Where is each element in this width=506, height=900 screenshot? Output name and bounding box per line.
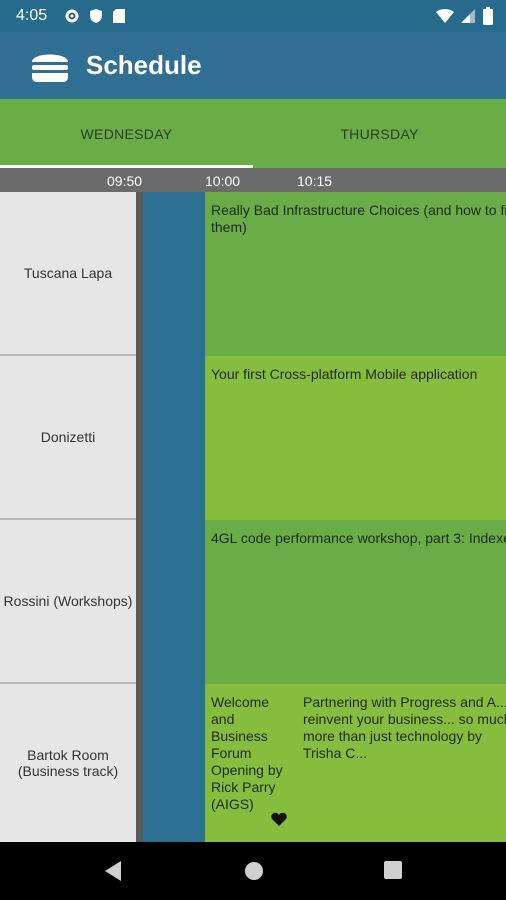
gear-icon (65, 9, 79, 23)
shield-icon (90, 9, 102, 23)
room-name: Rossini (Workshops) (3, 593, 133, 609)
room-name: Tuscana Lapa (23, 265, 113, 281)
wifi-icon (436, 9, 454, 23)
session-title: Your first Cross-platform Mobile applica… (211, 366, 478, 382)
time-label: 09:50 (107, 173, 143, 189)
session-card[interactable]: Really Bad Infrastructure Choices (and h… (205, 192, 506, 356)
back-icon[interactable] (103, 860, 123, 882)
system-nav-bar (0, 842, 506, 900)
day-tabs: WEDNESDAY THURSDAY (0, 99, 506, 168)
session-card[interactable]: Welcome and Business Forum Opening by Ri… (205, 684, 297, 842)
session-title: 4GL code performance workshop, part 3: I… (211, 530, 506, 546)
room-name: Bartok Room (Business track) (17, 747, 119, 779)
status-time: 4:05 (16, 7, 48, 24)
status-bar: 4:05 (0, 0, 506, 32)
page-title: Schedule (86, 50, 202, 80)
session-title: Really Bad Infrastructure Choices (and h… (211, 202, 506, 235)
session-title: Welcome and Business Forum Opening by Ri… (211, 694, 283, 812)
sessions-grid: Really Bad Infrastructure Choices (and h… (205, 192, 506, 842)
room-row[interactable]: Rossini (Workshops) (0, 520, 136, 684)
signal-icon (461, 9, 475, 23)
room-row[interactable]: Tuscana Lapa (0, 192, 136, 356)
tab-thursday[interactable]: THURSDAY (253, 99, 506, 168)
app-bar: Schedule (0, 32, 506, 99)
battery-icon (483, 7, 493, 25)
time-label: 10:00 (205, 173, 241, 189)
tab-wednesday[interactable]: WEDNESDAY (0, 99, 253, 168)
session-card[interactable]: Your first Cross-platform Mobile applica… (205, 356, 506, 520)
session-title: Partnering with Progress and A... reinve… (303, 694, 506, 761)
home-icon[interactable] (243, 860, 265, 882)
room-name: Donizetti (40, 429, 96, 445)
rooms-column: Tuscana Lapa Donizetti Rossini (Workshop… (0, 192, 136, 842)
tab-label: WEDNESDAY (80, 125, 173, 142)
session-card[interactable]: Partnering with Progress and A... reinve… (297, 684, 506, 842)
recents-icon[interactable] (383, 860, 403, 880)
timeline-header: 09:50 10:00 10:15 (0, 168, 506, 192)
heart-icon[interactable] (271, 812, 287, 826)
room-row[interactable]: Bartok Room (Business track) (0, 684, 136, 842)
empty-timeslot (143, 192, 205, 842)
time-label: 10:15 (297, 173, 333, 189)
burger-icon[interactable] (30, 48, 70, 84)
room-row[interactable]: Donizetti (0, 356, 136, 520)
tab-label: THURSDAY (340, 125, 419, 142)
sd-card-icon (113, 9, 125, 23)
column-divider (136, 192, 143, 842)
session-card[interactable]: 4GL code performance workshop, part 3: I… (205, 520, 506, 684)
